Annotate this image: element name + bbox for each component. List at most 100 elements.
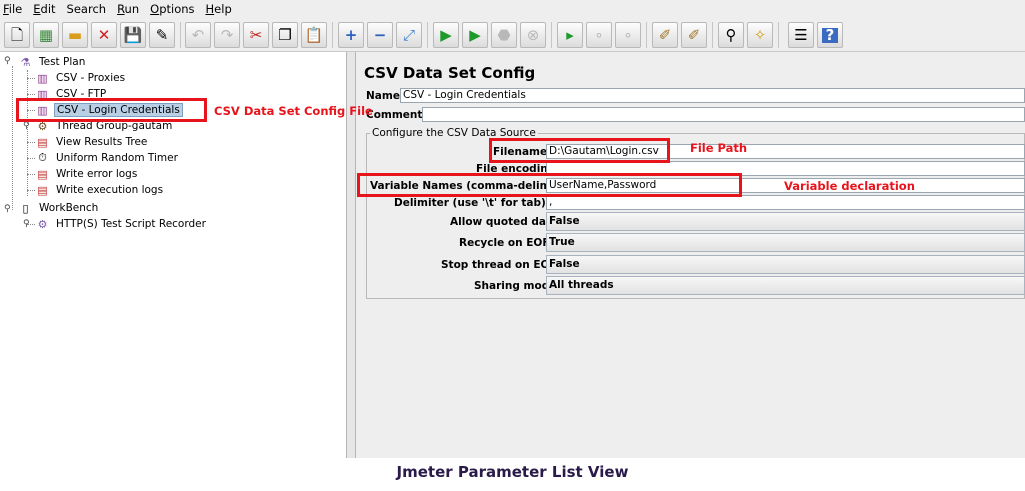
tree-node-csv-proxies[interactable]: ▥ CSV - Proxies <box>35 70 127 86</box>
save-as-button[interactable]: ✎ <box>149 22 175 48</box>
cut-icon: ✂ <box>249 25 263 44</box>
close-button[interactable]: ✕ <box>91 22 117 48</box>
undo-button[interactable]: ↶ <box>185 22 211 48</box>
remote-start-icon: ▸ <box>566 25 574 44</box>
function-helper-icon: ☰ <box>794 25 808 44</box>
open-icon: ▬ <box>67 25 83 44</box>
remote-shutdown-icon: ∘ <box>623 25 633 44</box>
expand-icon: + <box>344 25 358 44</box>
recorder-icon: ⚙ <box>37 217 48 231</box>
annotation-box-variables <box>357 173 742 197</box>
paste-icon: 📋 <box>304 25 324 44</box>
remote-start-button[interactable]: ▸ <box>557 22 583 48</box>
menu-edit[interactable]: Edit <box>33 2 55 16</box>
clear-all-button[interactable]: ✐ <box>681 22 707 48</box>
redo-icon: ↷ <box>220 25 234 44</box>
clear-button[interactable]: ✐ <box>652 22 678 48</box>
menu-bar: File Edit Search Run Options Help <box>0 0 1025 18</box>
expand-toggle[interactable]: ⚲ <box>4 56 11 66</box>
listener-icon: ▤ <box>37 167 48 181</box>
annotation-variable-declaration: Variable declaration <box>784 179 915 193</box>
comments-field[interactable] <box>422 107 1025 122</box>
undo-icon: ↶ <box>191 25 205 44</box>
annotation-file-path: File Path <box>690 141 748 155</box>
save-icon: 💾 <box>123 25 143 44</box>
test-plan-icon: ⚗ <box>20 55 31 69</box>
expand-toggle[interactable]: ⚲ <box>4 204 11 214</box>
delimiter-label: Delimiter (use '\t' for tab): <box>394 197 551 209</box>
listener-icon: ▤ <box>37 135 48 149</box>
cut-button[interactable]: ✂ <box>243 22 269 48</box>
page-title: CSV Data Set Config <box>364 64 536 82</box>
start-no-pauses-button[interactable]: ▶ <box>462 22 488 48</box>
reset-search-icon: ✧ <box>753 25 767 44</box>
tree-node-uniform-random-timer[interactable]: ⏱ Uniform Random Timer <box>35 150 180 166</box>
shutdown-button[interactable]: ⊗ <box>520 22 546 48</box>
annotation-box-config-file <box>16 98 207 122</box>
tree-node-write-error-logs[interactable]: ▤ Write error logs <box>35 166 139 182</box>
templates-icon: ▦ <box>38 25 54 44</box>
image-caption: Jmeter Parameter List View <box>0 458 1025 491</box>
help-icon: ? <box>821 27 839 43</box>
clear-all-icon: ✐ <box>687 25 701 44</box>
start-icon: ▶ <box>440 25 452 44</box>
new-icon: 🗋 <box>10 25 24 44</box>
search-icon: ⚲ <box>725 25 737 44</box>
tree-node-view-results-tree[interactable]: ▤ View Results Tree <box>35 134 149 150</box>
save-as-icon: ✎ <box>155 25 169 44</box>
remote-shutdown-button[interactable]: ∘ <box>615 22 641 48</box>
clear-icon: ✐ <box>658 25 672 44</box>
config-element-icon: ▥ <box>37 71 48 85</box>
shutdown-icon: ⊗ <box>526 25 540 44</box>
sharing-mode-select[interactable]: All threads <box>546 276 1025 295</box>
recycle-eof-select[interactable]: True <box>546 233 1025 252</box>
menu-search[interactable]: Search <box>67 2 107 16</box>
copy-icon: ❐ <box>278 25 292 44</box>
toggle-icon: ⤢ <box>402 25 415 44</box>
expand-toggle[interactable]: ⚲ <box>23 121 30 131</box>
csv-config-panel: CSV Data Set Config Name: CSV - Login Cr… <box>356 52 1025 458</box>
timer-icon: ⏱ <box>38 151 47 164</box>
function-helper-button[interactable]: ☰ <box>788 22 814 48</box>
delimiter-field[interactable]: , <box>546 195 1025 210</box>
templates-button[interactable]: ▦ <box>33 22 59 48</box>
stop-button[interactable]: ⬣ <box>491 22 517 48</box>
open-button[interactable]: ▬ <box>62 22 88 48</box>
toggle-button[interactable]: ⤢ <box>396 22 422 48</box>
save-button[interactable]: 💾 <box>120 22 146 48</box>
tree-node-workbench[interactable]: ▯ WorkBench <box>18 200 100 216</box>
collapse-icon: − <box>373 25 387 44</box>
workbench-icon: ▯ <box>22 201 29 215</box>
menu-file[interactable]: File <box>3 2 22 16</box>
start-no-pauses-icon: ▶ <box>469 25 481 44</box>
listener-icon: ▤ <box>37 183 48 197</box>
expand-toggle[interactable]: ⚲ <box>23 219 30 229</box>
annotation-box-file-path <box>489 138 670 163</box>
annotation-config-file: CSV Data Set Config File <box>214 104 373 118</box>
copy-button[interactable]: ❐ <box>272 22 298 48</box>
menu-options[interactable]: Options <box>150 2 194 16</box>
search-button[interactable]: ⚲ <box>718 22 744 48</box>
tree-node-recorder[interactable]: ⚙ HTTP(S) Test Script Recorder <box>35 216 208 232</box>
remote-stop-button[interactable]: ∘ <box>586 22 612 48</box>
menu-help[interactable]: Help <box>206 2 232 16</box>
reset-search-button[interactable]: ✧ <box>747 22 773 48</box>
start-button[interactable]: ▶ <box>433 22 459 48</box>
toolbar: 🗋 ▦ ▬ ✕ 💾 ✎ ↶ ↷ ✂ ❐ 📋 + − ⤢ ▶ ▶ ⬣ ⊗ ▸ ∘ … <box>0 18 1025 52</box>
tree-node-test-plan[interactable]: ⚗ Test Plan <box>18 54 87 70</box>
name-field[interactable]: CSV - Login Credentials <box>400 88 1025 103</box>
paste-button[interactable]: 📋 <box>301 22 327 48</box>
collapse-button[interactable]: − <box>367 22 393 48</box>
expand-button[interactable]: + <box>338 22 364 48</box>
name-label: Name: <box>366 90 405 102</box>
redo-button[interactable]: ↷ <box>214 22 240 48</box>
menu-run[interactable]: Run <box>117 2 139 16</box>
allow-quoted-select[interactable]: False <box>546 212 1025 231</box>
close-icon: ✕ <box>97 25 111 44</box>
tree-node-write-execution-logs[interactable]: ▤ Write execution logs <box>35 182 165 198</box>
new-button[interactable]: 🗋 <box>4 22 30 48</box>
remote-stop-icon: ∘ <box>594 25 604 44</box>
stop-icon: ⬣ <box>497 25 511 44</box>
help-button[interactable]: ? <box>817 22 843 48</box>
stop-thread-eof-select[interactable]: False <box>546 255 1025 274</box>
